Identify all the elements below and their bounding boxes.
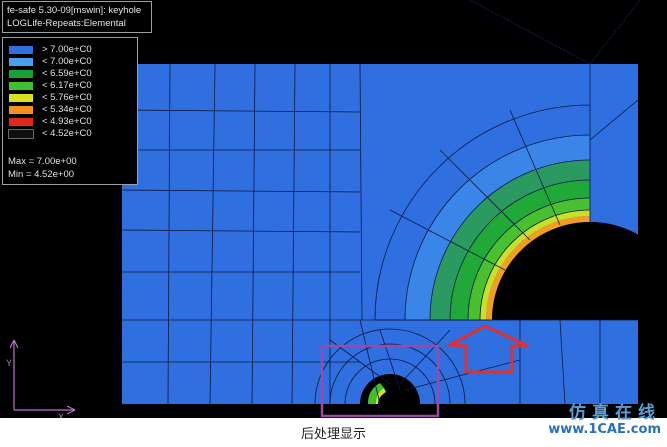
legend-label: < 5.76e+C0 — [42, 92, 92, 103]
legend-entry: < 7.00e+C0 — [8, 56, 92, 67]
run-info-title: fe-safe 5.30-09[mswin]: keyhole — [7, 5, 142, 16]
coordinate-triad — [9, 339, 76, 415]
fe-viewport[interactable]: fe-safe 5.30-09[mswin]: keyhole LOGLife-… — [0, 0, 667, 418]
legend-max: Max = 7.00e+00 — [8, 156, 77, 167]
legend-swatch — [8, 80, 34, 91]
legend-label: < 6.17e+C0 — [42, 80, 92, 91]
legend-swatch — [8, 104, 34, 115]
legend-min: Min = 4.52e+00 — [8, 169, 75, 180]
legend-entry: < 4.93e+C0 — [8, 116, 92, 127]
legend-label: < 4.52e+C0 — [42, 128, 92, 139]
legend-entry: < 6.59e+C0 — [8, 68, 92, 79]
legend-label: < 6.59e+C0 — [42, 68, 92, 79]
watermark-title: 仿真在线 — [569, 403, 661, 423]
legend-entry: > 7.00e+C0 — [8, 44, 92, 55]
run-info-subtitle: LOGLife-Repeats:Elemental — [7, 18, 126, 29]
legend-entry: < 5.76e+C0 — [8, 92, 92, 103]
legend-entry: < 6.17e+C0 — [8, 80, 92, 91]
legend-label: > 7.00e+C0 — [42, 44, 92, 55]
legend-label: < 7.00e+C0 — [42, 56, 92, 67]
watermark: 仿真在线 www.1CAE.com — [548, 404, 661, 438]
legend-swatch — [8, 44, 34, 55]
legend-label: < 5.34e+C0 — [42, 104, 92, 115]
watermark-url: www.1CAE.com — [548, 422, 661, 437]
legend-swatch — [8, 56, 34, 67]
contour-legend: > 7.00e+C0 < 7.00e+C0 < 6.59e+C0 < 6.17e… — [2, 37, 138, 185]
run-info-box: fe-safe 5.30-09[mswin]: keyhole LOGLife-… — [2, 1, 152, 33]
legend-label: < 4.93e+C0 — [42, 116, 92, 127]
legend-swatch — [8, 128, 34, 139]
y-axis-label: Y — [6, 358, 13, 368]
legend-swatch — [8, 116, 34, 127]
legend-entry: < 4.52e+C0 — [8, 128, 92, 139]
legend-swatch — [8, 68, 34, 79]
legend-swatch — [8, 92, 34, 103]
x-axis-label: X — [58, 412, 65, 418]
legend-entry: < 5.34e+C0 — [8, 104, 92, 115]
